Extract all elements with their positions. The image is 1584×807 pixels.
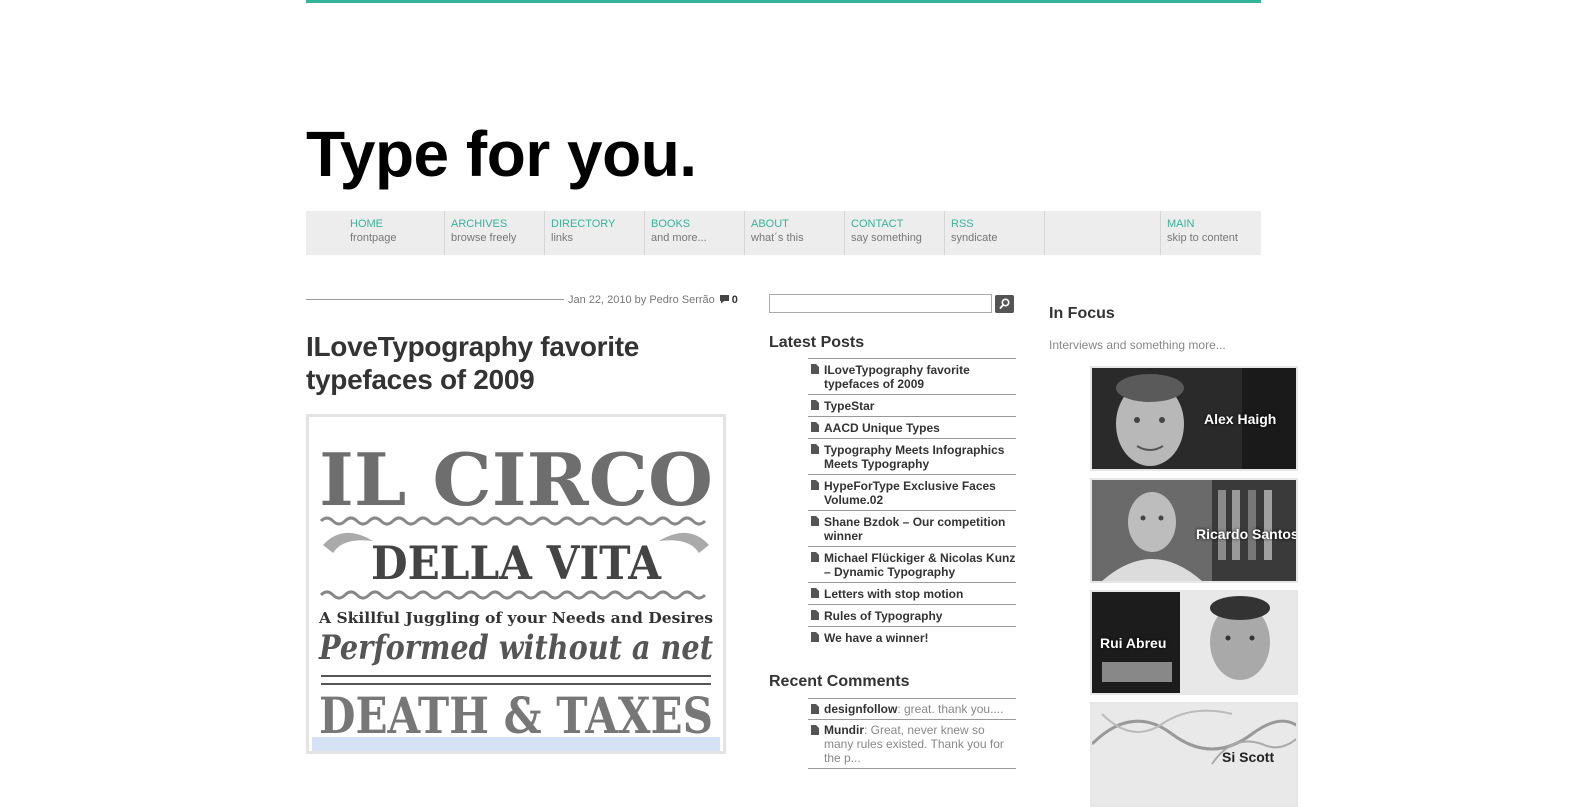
nav-sub: syndicate [951, 232, 998, 244]
recent-comments-list: designfollow: great. thank you.... Mundi… [808, 698, 1016, 769]
document-icon [811, 516, 819, 526]
list-item: designfollow: great. thank you.... [808, 699, 1016, 720]
latest-post-link[interactable]: ILoveTypography favorite typefaces of 20… [824, 363, 970, 391]
latest-post-link[interactable]: Letters with stop motion [824, 587, 963, 601]
image-line-della-vita: DELLA VITA [371, 536, 662, 590]
focus-thumb-name: Alex Haigh [1204, 411, 1277, 427]
nav-spacer [1044, 211, 1161, 255]
search-input[interactable] [769, 294, 992, 313]
nav-item-archives[interactable]: ARCHIVES browse freely [444, 211, 544, 255]
list-item: Michael Flückiger & Nicolas Kunz – Dynam… [808, 547, 1016, 583]
list-item: Mundir: Great, never knew so many rules … [808, 720, 1016, 769]
focus-thumb-rui-abreu[interactable]: Rui Abreu [1090, 590, 1298, 695]
focus-thumb-name: Rui Abreu [1100, 635, 1167, 651]
focus-thumb-si-scott[interactable]: Si Scott [1090, 702, 1298, 807]
latest-post-link[interactable]: We have a winner! [824, 631, 928, 645]
nav-label: ABOUT [751, 218, 789, 230]
post-featured-image[interactable]: IL CIRCO DELLA VITA A Skillful Juggling … [306, 414, 726, 754]
latest-posts-title: Latest Posts [769, 334, 865, 351]
post-date-author: Jan 22, 2010 by Pedro Serrão [568, 294, 715, 306]
nav-label: DIRECTORY [551, 218, 616, 230]
site-title[interactable]: Type for you. [306, 116, 697, 192]
list-item: Rules of Typography [808, 605, 1016, 627]
nav-item-rss[interactable]: RSS syndicate [944, 211, 1044, 255]
nav-item-main[interactable]: MAIN skip to content [1160, 211, 1261, 255]
latest-post-link[interactable]: Shane Bzdok – Our competition winner [824, 515, 1005, 543]
post-meta: Jan 22, 2010 by Pedro Serrão 0 [568, 293, 738, 308]
focus-thumb-alex-haigh[interactable]: Alex Haigh [1090, 366, 1298, 471]
nav-label: MAIN [1167, 218, 1195, 230]
document-icon [811, 552, 819, 562]
nav-sub: and more... [651, 232, 707, 244]
nav-label: HOME [350, 218, 383, 230]
nav-item-books[interactable]: BOOKS and more... [644, 211, 744, 255]
post-meta-rule [306, 299, 564, 300]
latest-post-link[interactable]: TypeStar [824, 399, 874, 413]
list-item: AACD Unique Types [808, 417, 1016, 439]
search-button[interactable] [995, 295, 1014, 313]
list-item: ILoveTypography favorite typefaces of 20… [808, 359, 1016, 395]
comment-count[interactable]: 0 [732, 294, 738, 306]
nav-label: ARCHIVES [451, 218, 508, 230]
comment-bubble-icon[interactable] [719, 294, 730, 308]
latest-post-link[interactable]: AACD Unique Types [824, 421, 940, 435]
document-icon [811, 632, 819, 642]
latest-post-link[interactable]: HypeForType Exclusive Faces Volume.02 [824, 479, 996, 507]
nav-label: BOOKS [651, 218, 691, 230]
document-icon [811, 725, 819, 735]
nav-sub: frontpage [350, 232, 397, 244]
comment-author-link[interactable]: designfollow [824, 702, 897, 716]
focus-thumb-name: Si Scott [1222, 749, 1275, 765]
list-item: TypeStar [808, 395, 1016, 417]
latest-post-link[interactable]: Rules of Typography [824, 609, 942, 623]
document-icon [811, 364, 819, 374]
list-item: Typography Meets Infographics Meets Typo… [808, 439, 1016, 475]
nav-item-directory[interactable]: DIRECTORY links [544, 211, 644, 255]
document-icon [811, 400, 819, 410]
nav-sub: what´s this [751, 232, 804, 244]
nav-sub: browse freely [451, 232, 517, 244]
nav-label: RSS [951, 218, 974, 230]
top-accent-bar [306, 0, 1261, 3]
document-icon [811, 480, 819, 490]
in-focus-title: In Focus [1049, 305, 1115, 322]
recent-comments-title: Recent Comments [769, 673, 910, 690]
image-line-performed: Performed without a net [318, 628, 713, 668]
nav-sub: links [551, 232, 574, 244]
latest-post-link[interactable]: Typography Meets Infographics Meets Typo… [824, 443, 1004, 471]
latest-posts-list: ILoveTypography favorite typefaces of 20… [808, 358, 1016, 648]
focus-thumb-name: Ricardo Santos [1196, 526, 1298, 542]
comment-author-link[interactable]: Mundir [824, 723, 864, 737]
nav-item-home[interactable]: HOME frontpage [344, 211, 444, 255]
image-line-il-circo: IL CIRCO [319, 437, 713, 522]
document-icon [811, 444, 819, 454]
document-icon [811, 704, 819, 714]
list-item: We have a winner! [808, 627, 1016, 648]
post-title[interactable]: ILoveTypography favorite typefaces of 20… [306, 330, 726, 396]
document-icon [811, 422, 819, 432]
latest-post-link[interactable]: Michael Flückiger & Nicolas Kunz – Dynam… [824, 551, 1015, 579]
list-item: Letters with stop motion [808, 583, 1016, 605]
main-nav: HOME frontpage ARCHIVES browse freely DI… [306, 211, 1261, 255]
image-line-skillful: A Skillful Juggling of your Needs and De… [318, 609, 713, 627]
document-icon [811, 588, 819, 598]
search-icon [999, 298, 1010, 310]
nav-sub: skip to content [1167, 232, 1238, 244]
nav-item-about[interactable]: ABOUT what´s this [744, 211, 844, 255]
in-focus-subtitle: Interviews and something more... [1049, 338, 1226, 352]
image-line-death-taxes: DEATH & TAXES [319, 686, 713, 745]
comment-excerpt[interactable]: : great. thank you.... [897, 702, 1003, 716]
list-item: HypeForType Exclusive Faces Volume.02 [808, 475, 1016, 511]
list-item: Shane Bzdok – Our competition winner [808, 511, 1016, 547]
focus-thumb-ricardo-santos[interactable]: Ricardo Santos [1090, 478, 1298, 583]
document-icon [811, 610, 819, 620]
nav-label: CONTACT [851, 218, 904, 230]
nav-item-contact[interactable]: CONTACT say something [844, 211, 944, 255]
nav-sub: say something [851, 232, 922, 244]
